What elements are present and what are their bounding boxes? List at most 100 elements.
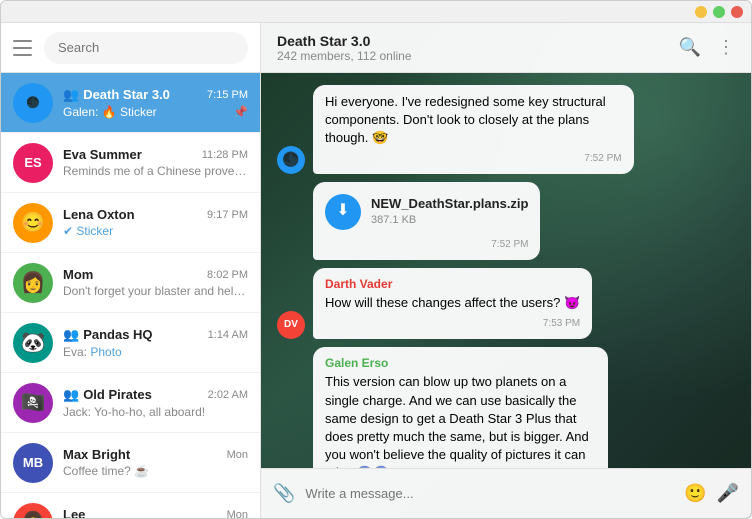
chat-list: 🌑 👥 Death Star 3.0 7:15 PM Galen: 🔥 Stic…: [1, 73, 260, 518]
message-avatar: DV: [277, 311, 305, 339]
chat-item-death-star[interactable]: 🌑 👥 Death Star 3.0 7:15 PM Galen: 🔥 Stic…: [1, 73, 260, 133]
chat-item-old-pirates[interactable]: 🏴‍☠️ 👥 Old Pirates 2:02 AM Jack: Yo-ho-h…: [1, 373, 260, 433]
mic-icon[interactable]: 🎤: [717, 483, 739, 504]
chat-time: 8:02 PM: [207, 269, 248, 281]
avatar: 🐼: [13, 323, 53, 363]
group-icon: 👥: [63, 87, 79, 103]
chat-time: 7:15 PM: [207, 89, 248, 101]
maximize-button[interactable]: [713, 6, 725, 18]
chat-preview: Jack: Yo-ho-ho, all aboard!: [63, 405, 248, 419]
chat-name: 👥 Old Pirates: [63, 387, 152, 403]
message-bubble: Galen Erso This version can blow up two …: [313, 347, 608, 468]
chat-preview: ✔ Sticker: [63, 224, 248, 238]
file-name: NEW_DeathStar.plans.zip: [371, 195, 528, 213]
file-size: 387.1 KB: [371, 213, 528, 228]
chat-info: Mom 8:02 PM Don't forget your blaster an…: [63, 267, 248, 298]
chat-preview: Don't forget your blaster and helmet: [63, 284, 248, 298]
message-avatar: 🌑: [277, 146, 305, 174]
chat-info: 👥 Death Star 3.0 7:15 PM Galen: 🔥 Sticke…: [63, 87, 248, 119]
avatar: 👩: [13, 263, 53, 303]
message-input[interactable]: [305, 486, 674, 501]
chat-item-mom[interactable]: 👩 Mom 8:02 PM Don't forget your blaster …: [1, 253, 260, 313]
message-row: 🌑 Hi everyone. I've redesigned some key …: [277, 85, 735, 174]
chat-header-name: Death Star 3.0: [277, 33, 679, 49]
chat-info: Lena Oxton 9:17 PM ✔ Sticker: [63, 207, 248, 238]
chat-time: Mon: [227, 509, 248, 519]
chat-item-eva-summer[interactable]: ES Eva Summer 11:28 PM Reminds me of a C…: [1, 133, 260, 193]
group-icon: 👥: [63, 327, 79, 343]
chat-top: 👥 Old Pirates 2:02 AM: [63, 387, 248, 403]
chat-top: Eva Summer 11:28 PM: [63, 147, 248, 162]
message-row: ⬇ NEW_DeathStar.plans.zip 387.1 KB 7:52 …: [313, 182, 735, 260]
chat-time: 11:28 PM: [202, 149, 248, 161]
file-attachment: ⬇ NEW_DeathStar.plans.zip 387.1 KB: [325, 190, 528, 234]
chat-name: 👥 Death Star 3.0: [63, 87, 170, 103]
title-bar-buttons: [695, 6, 743, 18]
chat-top: Lena Oxton 9:17 PM: [63, 207, 248, 222]
avatar: ES: [13, 143, 53, 183]
chat-name: Lena Oxton: [63, 207, 135, 222]
chat-preview: Galen: 🔥 Sticker 📌: [63, 105, 248, 119]
chat-info: 👥 Old Pirates 2:02 AM Jack: Yo-ho-ho, al…: [63, 387, 248, 419]
chat-name: Eva Summer: [63, 147, 142, 162]
search-input[interactable]: [44, 32, 248, 64]
sidebar-header: [1, 23, 260, 73]
message-text: Hi everyone. I've redesigned some key st…: [325, 93, 622, 148]
close-button[interactable]: [731, 6, 743, 18]
chat-header-icons: 🔍 ⋮: [679, 37, 735, 58]
chat-header-info: Death Star 3.0 242 members, 112 online: [277, 33, 679, 63]
messages-area: 🌑 Hi everyone. I've redesigned some key …: [261, 73, 751, 468]
chat-preview: Coffee time? ☕: [63, 464, 248, 478]
message-bubble: Darth Vader How will these changes affec…: [313, 268, 592, 339]
chat-name: Lee: [63, 507, 85, 518]
chat-name: Max Bright: [63, 447, 130, 462]
chat-info: Eva Summer 11:28 PM Reminds me of a Chin…: [63, 147, 248, 178]
chat-preview: Reminds me of a Chinese prove... 2: [63, 164, 248, 178]
chat-item-max-bright[interactable]: MB Max Bright Mon Coffee time? ☕: [1, 433, 260, 493]
menu-icon[interactable]: [13, 40, 32, 56]
chat-item-lena-oxton[interactable]: 😊 Lena Oxton 9:17 PM ✔ Sticker: [1, 193, 260, 253]
chat-name: Mom: [63, 267, 93, 282]
message-time: 7:52 PM: [325, 238, 528, 252]
chat-info: Lee Mon We can call it Galaxy Star 7 ;): [63, 507, 248, 518]
chat-header-sub: 242 members, 112 online: [277, 49, 679, 63]
avatar: MB: [13, 443, 53, 483]
avatar: 🏴‍☠️: [13, 383, 53, 423]
app-window: 🌑 👥 Death Star 3.0 7:15 PM Galen: 🔥 Stic…: [0, 0, 752, 519]
more-options-icon[interactable]: ⋮: [717, 37, 735, 58]
chat-preview: Eva: Photo: [63, 345, 248, 359]
attach-icon[interactable]: 📎: [273, 483, 295, 504]
message-text: This version can blow up two planets on …: [325, 373, 596, 468]
sender-name: Galen Erso: [325, 355, 596, 372]
avatar: 👩‍🦱: [13, 503, 53, 519]
chat-info: Max Bright Mon Coffee time? ☕: [63, 447, 248, 478]
chat-content: Death Star 3.0 242 members, 112 online 🔍…: [261, 23, 751, 518]
message-bubble: Hi everyone. I've redesigned some key st…: [313, 85, 634, 174]
main-content: 🌑 👥 Death Star 3.0 7:15 PM Galen: 🔥 Stic…: [1, 23, 751, 518]
message-bubble-file: ⬇ NEW_DeathStar.plans.zip 387.1 KB 7:52 …: [313, 182, 540, 260]
chat-time: 1:14 AM: [208, 329, 248, 341]
title-bar: [1, 1, 751, 23]
avatar: 🌑: [13, 83, 53, 123]
message-time: 7:52 PM: [325, 152, 622, 166]
chat-time: 9:17 PM: [207, 209, 248, 221]
sender-name: Darth Vader: [325, 276, 580, 293]
chat-header: Death Star 3.0 242 members, 112 online 🔍…: [261, 23, 751, 73]
chat-item-lee[interactable]: 👩‍🦱 Lee Mon We can call it Galaxy Star 7…: [1, 493, 260, 518]
message-time: 7:53 PM: [325, 317, 580, 331]
emoji-icon[interactable]: 🙂: [684, 483, 706, 504]
chat-info: 👥 Pandas HQ 1:14 AM Eva: Photo: [63, 327, 248, 359]
message-row: DV Darth Vader How will these changes af…: [277, 268, 735, 339]
message-row: Galen Erso This version can blow up two …: [313, 347, 735, 468]
chat-top: 👥 Pandas HQ 1:14 AM: [63, 327, 248, 343]
pin-icon: 📌: [233, 105, 248, 119]
chat-item-pandas-hq[interactable]: 🐼 👥 Pandas HQ 1:14 AM Eva: Photo: [1, 313, 260, 373]
sidebar: 🌑 👥 Death Star 3.0 7:15 PM Galen: 🔥 Stic…: [1, 23, 261, 518]
search-header-icon[interactable]: 🔍: [679, 37, 701, 58]
chat-top: Max Bright Mon: [63, 447, 248, 462]
minimize-button[interactable]: [695, 6, 707, 18]
file-icon: ⬇: [325, 194, 361, 230]
avatar: 😊: [13, 203, 53, 243]
input-area: 📎 🙂 🎤: [261, 468, 751, 518]
file-info: NEW_DeathStar.plans.zip 387.1 KB: [371, 195, 528, 229]
